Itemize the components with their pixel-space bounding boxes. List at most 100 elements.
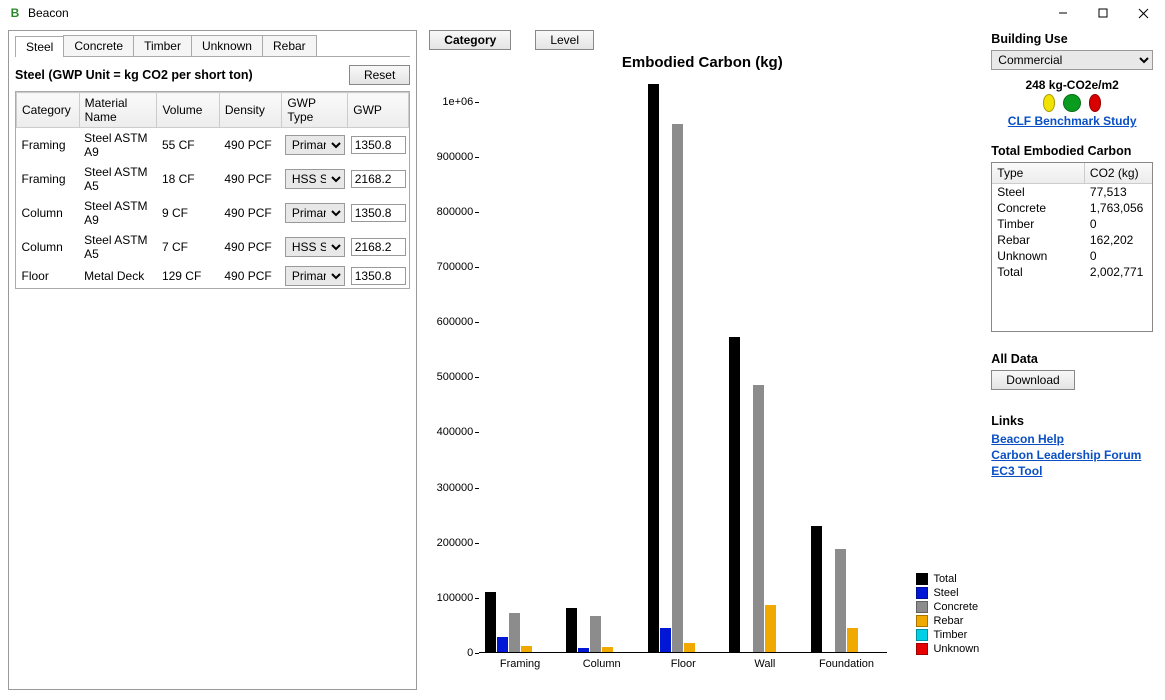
app-icon: B [8,6,22,20]
cell-volume: 55 CF [157,128,219,163]
gwp-type-select[interactable]: Primary SteelHSS Steel [285,237,345,257]
tab-concrete[interactable]: Concrete [63,35,134,56]
total-ec-row: Unknown0 [992,248,1152,264]
total-ec-row: Rebar162,202 [992,232,1152,248]
legend-item: Steel [916,587,979,599]
signal-red-icon [1089,94,1101,112]
gwp-input[interactable] [351,136,406,154]
external-link[interactable]: Beacon Help [991,432,1153,446]
tab-steel[interactable]: Steel [15,36,64,57]
table-row: FramingSteel ASTM A955 CF490 PCFPrimary … [17,128,409,163]
download-button[interactable]: Download [991,370,1074,390]
cell-category: Column [17,230,80,264]
tab-rebar[interactable]: Rebar [262,35,317,56]
table-row: ColumnSteel ASTM A57 CF490 PCFPrimary St… [17,230,409,264]
grid-col-material-name[interactable]: Material Name [79,93,157,128]
chart-bar [811,526,822,652]
all-data-heading: All Data [991,352,1153,366]
legend-label: Steel [933,587,958,599]
chart-bar [602,647,613,652]
material-tabs: SteelConcreteTimberUnknownRebar [15,35,410,57]
grid-col-gwp[interactable]: GWP [348,93,409,128]
external-link[interactable]: EC3 Tool [991,464,1153,478]
chart-bar [729,337,740,652]
embodied-carbon-chart: FramingColumnFloorWallFoundation TotalSt… [425,73,979,683]
tab-unknown[interactable]: Unknown [191,35,263,56]
cell-density: 490 PCF [219,264,281,288]
category-button[interactable]: Category [429,30,511,50]
chart-title: Embodied Carbon (kg) [425,54,979,71]
reset-button[interactable]: Reset [349,65,410,85]
total-ec-col-type: Type [992,163,1085,183]
external-link[interactable]: Carbon Leadership Forum [991,448,1153,462]
cell-volume: 9 CF [157,196,219,230]
grid-col-density[interactable]: Density [219,93,281,128]
x-tick-label: Column [583,658,621,670]
gwp-type-select[interactable]: Primary SteelHSS Steel [285,266,345,286]
cell-volume: 18 CF [157,162,219,196]
cell-density: 490 PCF [219,162,281,196]
level-button[interactable]: Level [535,30,594,50]
legend-item: Timber [916,629,979,641]
gwp-input[interactable] [351,170,406,188]
cell-material: Metal Deck [79,264,157,288]
total-ec-type: Steel [992,184,1085,200]
summary-panel: Building Use Commercial 248 kg-CO2e/m2 C… [987,30,1157,690]
cell-category: Floor [17,264,80,288]
tab-timber[interactable]: Timber [133,35,192,56]
cell-density: 490 PCF [219,230,281,264]
y-tick-label: 600000 [425,316,473,328]
gwp-type-select[interactable]: Primary SteelHSS Steel [285,203,345,223]
signal-green-icon [1063,94,1081,112]
y-tick-label: 1e+06 [425,96,473,108]
cell-volume: 7 CF [157,230,219,264]
links-heading: Links [991,414,1153,428]
legend-item: Concrete [916,601,979,613]
window-title: Beacon [28,6,1043,20]
cell-material: Steel ASTM A5 [79,162,157,196]
chart-bar [521,646,532,652]
legend-label: Total [933,573,956,585]
benchmark-study-link[interactable]: CLF Benchmark Study [991,114,1153,128]
gwp-input[interactable] [351,204,406,222]
y-tick-label: 0 [425,647,473,659]
chart-panel: Category Level Embodied Carbon (kg) Fram… [417,30,987,690]
chart-bar [684,643,695,652]
table-row: ColumnSteel ASTM A99 CF490 PCFPrimary St… [17,196,409,230]
grid-col-volume[interactable]: Volume [157,93,219,128]
gwp-type-select[interactable]: Primary SteelHSS Steel [285,135,345,155]
close-button[interactable] [1123,1,1163,25]
grid-col-category[interactable]: Category [17,93,80,128]
gwp-type-select[interactable]: Primary SteelHSS Steel [285,169,345,189]
x-tick-label: Wall [754,658,775,670]
total-ec-value: 0 [1085,248,1102,264]
y-tick-label: 700000 [425,261,473,273]
y-tick-label: 300000 [425,482,473,494]
chart-bar [835,549,846,652]
building-use-select[interactable]: Commercial [991,50,1153,70]
table-row: FramingSteel ASTM A518 CF490 PCFPrimary … [17,162,409,196]
legend-swatch-icon [916,587,928,599]
minimize-button[interactable] [1043,1,1083,25]
window-titlebar: B Beacon [0,0,1165,26]
cell-category: Framing [17,128,80,163]
legend-label: Timber [933,629,967,641]
cell-material: Steel ASTM A5 [79,230,157,264]
y-tick-label: 900000 [425,151,473,163]
chart-bar [578,648,589,652]
cell-volume: 129 CF [157,264,219,288]
grid-col-gwp-type[interactable]: GWP Type [282,93,348,128]
benchmark-signal [991,94,1153,112]
chart-bar [847,628,858,652]
chart-bar [509,613,520,652]
legend-item: Unknown [916,643,979,655]
y-tick-label: 400000 [425,426,473,438]
legend-label: Unknown [933,643,979,655]
legend-swatch-icon [916,601,928,613]
gwp-input[interactable] [351,267,406,285]
gwp-input[interactable] [351,238,406,256]
total-ec-type: Concrete [992,200,1085,216]
total-ec-value: 162,202 [1085,232,1138,248]
material-grid: CategoryMaterial NameVolumeDensityGWP Ty… [16,92,409,288]
maximize-button[interactable] [1083,1,1123,25]
